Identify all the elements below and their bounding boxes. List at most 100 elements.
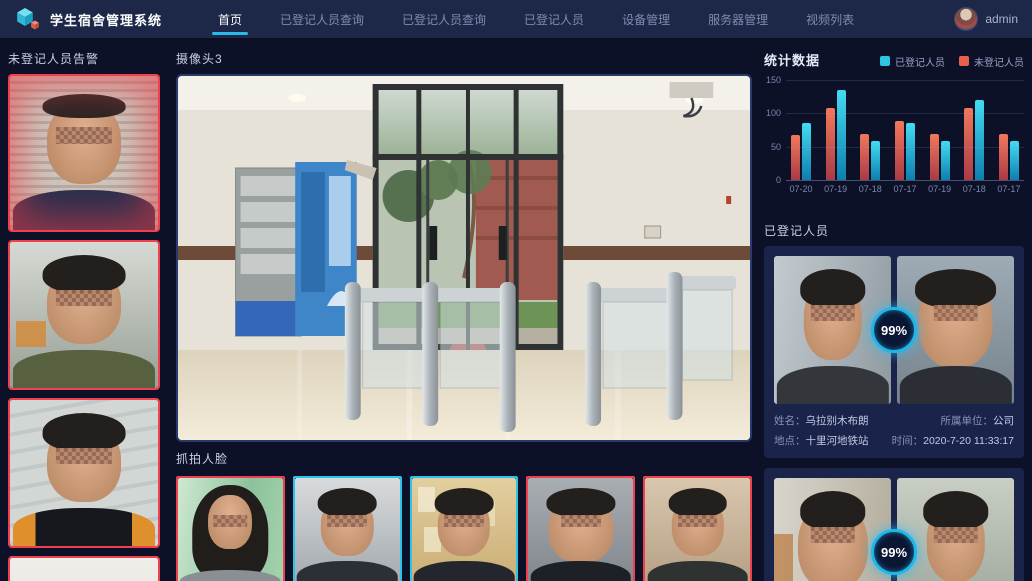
alert-photo[interactable]: [8, 556, 160, 581]
chart-bar: [791, 135, 800, 180]
face-body: [414, 561, 515, 581]
face-photo: [412, 478, 517, 581]
pixelated-eyes: [214, 515, 248, 527]
chart-group: [959, 80, 989, 180]
brand: 学生宿舍管理系统: [14, 5, 194, 33]
pixelated-eyes: [56, 290, 112, 306]
card-photo-pair: 99%: [774, 478, 1014, 581]
registered-card[interactable]: 99% 姓名：乌拉别木布朗 所属单位：公司 地点：十里河地铁站 时间：2020-…: [764, 246, 1024, 458]
pixelated-eyes: [810, 527, 854, 543]
pixelated-eyes: [810, 305, 854, 321]
alert-photo[interactable]: [8, 240, 160, 390]
org-label: 所属单位：: [941, 415, 994, 427]
chart-group: [994, 80, 1024, 180]
time-value: 2020-7-20 11:33:17: [923, 435, 1014, 447]
face-body: [776, 366, 888, 404]
gridline: [786, 147, 1024, 148]
face-hair: [800, 269, 866, 307]
face-body: [180, 570, 281, 581]
x-tick-label: 07-19: [821, 184, 851, 194]
gridline: [786, 113, 1024, 114]
nav-item-registered-query-2[interactable]: 已登记人员查询: [400, 0, 488, 39]
x-tick-label: 07-17: [890, 184, 920, 194]
stats-title: 统计数据: [764, 46, 820, 76]
alert-photo-list: [8, 74, 160, 581]
capture-photo[interactable]: [176, 476, 285, 581]
legend-label: 已登记人员: [895, 54, 945, 69]
stats-panel: 统计数据 已登记人员未登记人员 150100500 07-2007-1907-1…: [760, 40, 1032, 581]
chart-group: [890, 80, 920, 180]
legend-item: 未登记人员: [959, 54, 1024, 69]
y-tick-label: 0: [776, 175, 781, 185]
nav-item-video-list[interactable]: 视频列表: [804, 0, 856, 39]
chart-group: [786, 80, 816, 180]
bar-group: [826, 80, 846, 180]
face-hair: [668, 488, 727, 517]
face-hair: [435, 488, 494, 517]
bar-group: [930, 80, 950, 180]
card-meta: 姓名：乌拉别木布朗 所属单位：公司 地点：十里河地铁站 时间：2020-7-20…: [774, 413, 1014, 448]
pixelated-eyes: [678, 515, 718, 527]
legend-swatch: [880, 56, 890, 66]
face-hair: [546, 488, 615, 517]
main-nav: 首页已登记人员查询已登记人员查询已登记人员设备管理服务器管理视频列表: [216, 0, 954, 39]
nav-item-registered-query-1[interactable]: 已登记人员查询: [278, 0, 366, 39]
face-photo: [10, 400, 158, 546]
face-hair: [318, 488, 377, 517]
face-hair: [43, 413, 126, 451]
username: admin: [985, 12, 1018, 26]
chart-bar: [999, 134, 1008, 180]
capture-photo[interactable]: [293, 476, 402, 581]
face-body: [13, 508, 155, 546]
x-tick-label: 07-17: [994, 184, 1024, 194]
capture-photo-list: [176, 476, 752, 581]
nav-item-device-management[interactable]: 设备管理: [620, 0, 672, 39]
chart-bar: [826, 108, 835, 180]
match-percentage-badge: 99%: [871, 529, 917, 575]
chart-x-axis: 07-2007-1907-1807-1707-1907-1807-17: [786, 184, 1024, 194]
face-head: [47, 101, 121, 184]
x-tick-label: 07-20: [786, 184, 816, 194]
face-photo: [10, 558, 158, 581]
capture-photo[interactable]: [643, 476, 752, 581]
x-tick-label: 07-18: [855, 184, 885, 194]
face-body: [647, 561, 748, 581]
alert-photo[interactable]: [8, 398, 160, 548]
face-photo: [774, 478, 891, 581]
name-value: 乌拉别木布朗: [806, 415, 869, 427]
chart-group: [821, 80, 851, 180]
app-root: 学生宿舍管理系统 首页已登记人员查询已登记人员查询已登记人员设备管理服务器管理视…: [0, 0, 1032, 581]
face-hair: [43, 94, 126, 117]
pixelated-eyes: [56, 127, 112, 144]
pixelated-eyes: [933, 527, 977, 543]
bar-group: [964, 80, 984, 180]
bar-group: [860, 80, 880, 180]
face-photo: [10, 242, 158, 388]
chart-bar: [837, 90, 846, 180]
face-photo: [295, 478, 400, 581]
user-menu[interactable]: admin: [954, 7, 1018, 31]
face-body: [530, 561, 631, 581]
nav-item-server-management[interactable]: 服务器管理: [706, 0, 770, 39]
chart-bar: [964, 108, 973, 180]
capture-photo[interactable]: [410, 476, 519, 581]
user-avatar[interactable]: [954, 7, 978, 31]
face-body: [297, 561, 398, 581]
alert-photo[interactable]: [8, 74, 160, 232]
legend-swatch: [959, 56, 969, 66]
chart-bar: [930, 134, 939, 180]
nav-item-home[interactable]: 首页: [216, 0, 244, 39]
capture-photo[interactable]: [526, 476, 635, 581]
face-photo: [528, 478, 633, 581]
camera-panel: 摄像头3: [168, 40, 760, 581]
place-label: 地点：: [774, 435, 806, 447]
stats-chart: 150100500 07-2007-1907-1807-1707-1907-18…: [764, 80, 1024, 208]
legend-label: 未登记人员: [974, 54, 1024, 69]
chart-plot: [786, 80, 1024, 181]
nav-item-registered-list[interactable]: 已登记人员: [522, 0, 586, 39]
captures-title: 抓拍人脸: [176, 446, 752, 474]
chart-group: [855, 80, 885, 180]
registered-card[interactable]: 99% 姓名：乌拉别木布朗 所属单位：公司 地点：十里河地铁站 时间：2020-…: [764, 468, 1024, 581]
face-photo: [645, 478, 750, 581]
bar-group: [999, 80, 1019, 180]
